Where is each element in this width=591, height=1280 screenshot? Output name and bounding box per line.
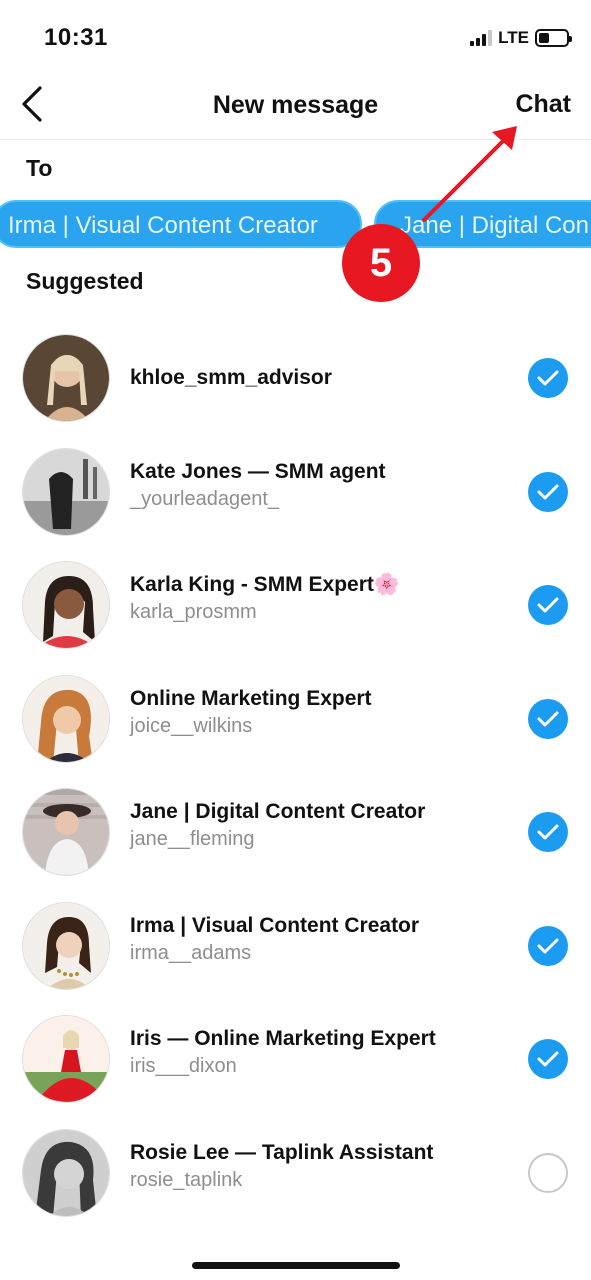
contact-name: Irma | Visual Content Creator [130, 913, 420, 937]
contact-name: khloe_smm_advisor [130, 366, 332, 389]
contact-name: Iris — Online Marketing Expert [130, 1027, 436, 1050]
recipient-chips: Irma | Visual Content Creator Jane | Dig… [0, 200, 591, 250]
avatar [22, 561, 110, 649]
contact-handle: jane__fleming [130, 828, 255, 850]
checkmark-icon [537, 938, 559, 953]
list-item[interactable]: Karla King - SMM Expert🌸 karla_prosmm [0, 547, 591, 661]
step-badge: 5 [342, 224, 420, 302]
list-item[interactable]: Irma | Visual Content Creator irma__adam… [0, 888, 591, 1002]
network-label: LTE [498, 28, 529, 47]
select-checkbox[interactable] [528, 812, 568, 852]
select-checkbox[interactable] [528, 471, 568, 512]
contact-name: Rosie Lee — Taplink Assistant [130, 1140, 434, 1164]
to-label: To [26, 155, 53, 181]
avatar [22, 1015, 110, 1103]
chat-button[interactable]: Chat [515, 90, 571, 119]
select-checkbox[interactable] [528, 698, 568, 739]
contact-handle: _yourleadagent_ [130, 487, 280, 510]
signal-icon [470, 30, 493, 46]
contact-handle: iris___dixon [130, 1055, 237, 1077]
contact-handle: rosie_taplink [130, 1168, 243, 1191]
contact-handle: karla_prosmm [130, 601, 257, 623]
list-item[interactable]: Iris — Online Marketing Expert iris___di… [0, 1001, 591, 1115]
contact-list: khloe_smm_advisor Kate Jones — SMM agent… [0, 320, 591, 1228]
select-checkbox[interactable] [528, 1039, 568, 1079]
list-item[interactable]: Jane | Digital Content Creator jane__fle… [0, 774, 591, 888]
avatar [22, 788, 110, 876]
battery-icon [535, 29, 572, 47]
contact-handle: irma__adams [130, 941, 252, 964]
status-bar: 10:31 LTE [0, 0, 591, 76]
checkmark-icon [537, 824, 559, 840]
contact-name: Jane | Digital Content Creator [130, 800, 426, 823]
nav-bar: New message Chat [0, 76, 591, 140]
suggested-heading: Suggested [26, 268, 144, 294]
avatar [22, 447, 110, 536]
checkmark-icon [537, 1051, 559, 1067]
list-item[interactable]: Kate Jones — SMM agent _yourleadagent_ [0, 434, 591, 548]
checkmark-icon [537, 597, 559, 613]
list-item[interactable]: Rosie Lee — Taplink Assistant rosie_tapl… [0, 1115, 591, 1229]
avatar [22, 334, 110, 422]
page-title: New message [212, 91, 379, 119]
checkmark-icon [537, 484, 559, 499]
contact-name: Online Marketing Expert [130, 686, 372, 710]
list-item[interactable]: khloe_smm_advisor [0, 320, 591, 434]
list-item[interactable]: Online Marketing Expert joice__wilkins [0, 661, 591, 775]
avatar [22, 674, 110, 763]
contact-name: Kate Jones — SMM agent [130, 459, 386, 483]
recipient-chip[interactable]: Irma | Visual Content Creator [0, 200, 362, 248]
contact-name: Karla King - SMM Expert🌸 [130, 573, 401, 596]
select-checkbox[interactable] [528, 925, 568, 966]
select-checkbox[interactable] [528, 358, 568, 398]
select-checkbox[interactable] [528, 1152, 568, 1193]
select-checkbox[interactable] [528, 585, 568, 625]
contact-handle: joice__wilkins [130, 714, 253, 737]
status-indicators: LTE [470, 28, 572, 48]
avatar [22, 1128, 110, 1217]
checkmark-icon [537, 711, 559, 726]
home-indicator [192, 1262, 400, 1269]
checkmark-icon [537, 370, 559, 386]
status-time: 10:31 [44, 24, 108, 51]
avatar [22, 901, 110, 990]
